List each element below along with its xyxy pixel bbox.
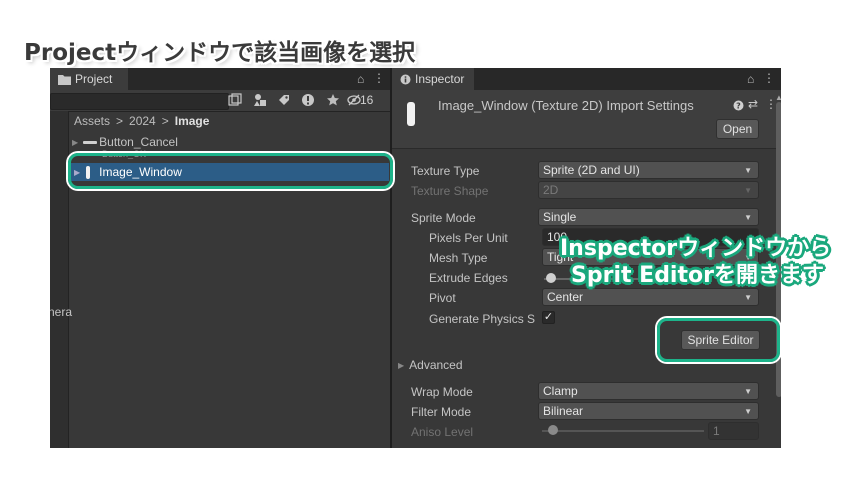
heading: Projectウィンドウで該当画像を選択: [24, 40, 416, 66]
pivot-dropdown[interactable]: Center ▼: [542, 288, 759, 306]
preset-icon[interactable]: ⇄: [748, 97, 758, 111]
project-toolbar: 16: [50, 90, 390, 112]
filter-mode-value: Bilinear: [543, 404, 584, 418]
chevron-down-icon: ▼: [744, 186, 752, 195]
folder-icon: [58, 74, 71, 85]
breadcrumb-sep-1: >: [116, 114, 124, 128]
wrap-mode-value: Clamp: [543, 384, 578, 398]
tab-project-label: Project: [75, 72, 113, 86]
chevron-down-icon: ▼: [744, 166, 752, 175]
breadcrumb: Assets > 2024 > Image: [74, 113, 209, 129]
callout-line-2: Sprit Editorを開きます: [571, 263, 824, 288]
favorite-star-icon[interactable]: [326, 93, 340, 107]
extrude-slider-handle[interactable]: [546, 273, 556, 283]
lock-icon[interactable]: ⌂: [357, 72, 364, 86]
tab-project[interactable]: Project: [50, 68, 128, 90]
scroll-up-icon[interactable]: ▲: [775, 93, 781, 102]
texture-type-value: Sprite (2D and UI): [543, 163, 640, 177]
folder-tree[interactable]: [50, 111, 69, 448]
eye-hidden-icon[interactable]: [347, 94, 361, 106]
sprite-editor-highlight: [657, 318, 780, 362]
texture-preview-icon: [407, 102, 415, 126]
aniso-level-input: 1: [708, 422, 759, 440]
generate-physics-checkbox[interactable]: ✓: [542, 311, 555, 324]
project-panel: Project ⌂ ⋮ 16 nera Assets > 2024 > Imag…: [50, 68, 390, 448]
chevron-down-icon: ▼: [744, 407, 752, 416]
project-selection-highlight: [68, 153, 393, 189]
chevron-down-icon: ▼: [744, 293, 752, 302]
sprite-mode-label: Sprite Mode: [411, 211, 476, 225]
create-icon[interactable]: [228, 93, 242, 107]
wrap-mode-label: Wrap Mode: [411, 385, 473, 399]
tab-inspector-label: Inspector: [415, 72, 465, 86]
filter-mode-dropdown[interactable]: Bilinear ▼: [538, 402, 759, 420]
sprite-thumb-icon: [83, 140, 98, 144]
generate-physics-label: Generate Physics S: [429, 312, 536, 326]
pivot-value: Center: [547, 290, 584, 304]
texture-shape-dropdown: 2D ▼: [538, 181, 759, 199]
texture-type-dropdown[interactable]: Sprite (2D and UI) ▼: [538, 161, 759, 179]
breadcrumb-assets[interactable]: Assets: [74, 114, 110, 128]
open-button[interactable]: Open: [716, 119, 759, 139]
breadcrumb-sep-2: >: [161, 114, 169, 128]
pivot-label: Pivot: [429, 291, 456, 305]
help-icon[interactable]: ?: [733, 100, 744, 111]
kebab-menu-icon[interactable]: ⋮: [763, 71, 775, 85]
advanced-foldout[interactable]: ▶ Advanced: [398, 356, 463, 374]
texture-shape-value: 2D: [543, 183, 559, 197]
sprite-mode-value: Single: [543, 210, 577, 224]
expand-arrow-icon: ▶: [398, 360, 405, 370]
importlog-icon[interactable]: [301, 93, 315, 107]
texture-shape-label: Texture Shape: [411, 184, 489, 198]
expand-arrow-icon[interactable]: ▶: [72, 138, 78, 147]
tab-inspector[interactable]: Inspector: [392, 68, 474, 90]
lock-icon[interactable]: ⌂: [747, 72, 754, 86]
svg-text:?: ?: [736, 102, 741, 111]
breadcrumb-2024[interactable]: 2024: [129, 114, 156, 128]
search-input[interactable]: [50, 93, 229, 110]
wrap-mode-dropdown[interactable]: Clamp ▼: [538, 382, 759, 400]
search-by-type-icon[interactable]: [253, 93, 267, 107]
breadcrumb-image: Image: [174, 114, 210, 128]
advanced-label: Advanced: [409, 358, 463, 372]
hidden-count: 16: [360, 93, 374, 107]
tree-partial-label: nera: [50, 305, 73, 319]
mesh-type-label: Mesh Type: [429, 251, 488, 265]
search-by-label-icon[interactable]: [277, 93, 291, 107]
kebab-menu-icon[interactable]: ⋮: [373, 71, 385, 85]
aniso-slider-track: [542, 430, 704, 432]
texture-type-label: Texture Type: [411, 164, 480, 178]
filter-mode-label: Filter Mode: [411, 405, 472, 419]
aniso-level-label: Aniso Level: [411, 425, 474, 439]
asset-title: Image_Window (Texture 2D) Import Setting…: [438, 98, 694, 113]
chevron-down-icon: ▼: [744, 213, 752, 222]
info-icon: [400, 74, 411, 84]
pixels-per-unit-label: Pixels Per Unit: [429, 231, 508, 245]
chevron-down-icon: ▼: [744, 387, 752, 396]
list-item-label: Button_Cancel: [99, 135, 178, 149]
aniso-slider-handle: [548, 425, 558, 435]
extrude-edges-label: Extrude Edges: [429, 271, 508, 285]
sprite-mode-dropdown[interactable]: Single ▼: [538, 208, 759, 226]
